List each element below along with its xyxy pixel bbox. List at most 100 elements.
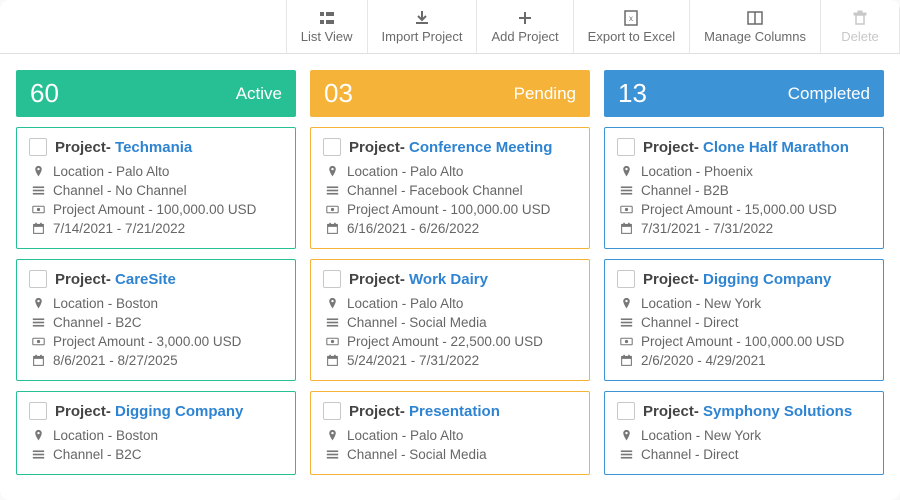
calendar-icon bbox=[31, 354, 45, 367]
amount-text: Project Amount - 22,500.00 USD bbox=[347, 334, 543, 349]
dates-text: 6/16/2021 - 6/26/2022 bbox=[347, 221, 479, 236]
list-view-label: List View bbox=[301, 29, 353, 44]
pin-icon bbox=[31, 429, 45, 442]
add-project-button[interactable]: Add Project bbox=[476, 0, 572, 53]
location-row: Location - Palo Alto bbox=[323, 426, 577, 445]
location-row: Location - Palo Alto bbox=[323, 162, 577, 181]
download-icon bbox=[414, 10, 430, 26]
list-view-button[interactable]: List View bbox=[286, 0, 367, 53]
pin-icon bbox=[619, 429, 633, 442]
project-name[interactable]: Digging Company bbox=[115, 403, 243, 420]
project-prefix: Project- bbox=[55, 139, 115, 156]
project-name[interactable]: Symphony Solutions bbox=[703, 403, 852, 420]
export-excel-label: Export to Excel bbox=[588, 29, 675, 44]
project-card[interactable]: Project- Conference Meeting Location - Pa… bbox=[310, 127, 590, 249]
import-project-label: Import Project bbox=[382, 29, 463, 44]
project-name[interactable]: Clone Half Marathon bbox=[703, 139, 849, 156]
project-card[interactable]: Project- Symphony Solutions Location - Ne… bbox=[604, 391, 884, 475]
list-icon bbox=[619, 316, 633, 329]
dates-row: 8/6/2021 - 8/27/2025 bbox=[29, 351, 283, 370]
money-icon bbox=[325, 335, 339, 348]
channel-row: Channel - No Channel bbox=[29, 181, 283, 200]
card-title-row: Project- Conference Meeting bbox=[323, 138, 577, 156]
manage-columns-label: Manage Columns bbox=[704, 29, 806, 44]
amount-text: Project Amount - 3,000.00 USD bbox=[53, 334, 241, 349]
card-checkbox[interactable] bbox=[29, 138, 47, 156]
card-list: Project- TechmaniaLocation - Palo AltoCh… bbox=[16, 127, 296, 475]
dates-row: 5/24/2021 - 7/31/2022 bbox=[323, 351, 577, 370]
channel-row: Channel - Direct bbox=[617, 313, 871, 332]
calendar-icon bbox=[31, 222, 45, 235]
project-prefix: Project- bbox=[349, 403, 409, 420]
location-text: Location - Palo Alto bbox=[347, 296, 463, 311]
list-icon bbox=[325, 448, 339, 461]
project-name[interactable]: Presentation bbox=[409, 403, 500, 420]
toolbar-spacer bbox=[0, 0, 286, 53]
card-checkbox[interactable] bbox=[29, 402, 47, 420]
project-name[interactable]: CareSite bbox=[115, 271, 176, 288]
channel-row: Channel - B2C bbox=[29, 445, 283, 464]
money-icon bbox=[31, 203, 45, 216]
project-card[interactable]: Project- Digging CompanyLocation - New Y… bbox=[604, 259, 884, 381]
project-name[interactable]: Conference Meeting bbox=[409, 139, 552, 156]
pin-icon bbox=[325, 165, 339, 178]
column-header[interactable]: 13Completed bbox=[604, 70, 884, 117]
project-card[interactable]: Project- Presentation Location - Palo Alt… bbox=[310, 391, 590, 475]
card-title-row: Project- CareSite bbox=[29, 270, 283, 288]
money-icon bbox=[31, 335, 45, 348]
import-project-button[interactable]: Import Project bbox=[367, 0, 477, 53]
project-name[interactable]: Digging Company bbox=[703, 271, 831, 288]
pin-icon bbox=[619, 165, 633, 178]
project-card[interactable]: Project- Clone Half MarathonLocation - P… bbox=[604, 127, 884, 249]
card-title-row: Project- Symphony Solutions bbox=[617, 402, 871, 420]
project-prefix: Project- bbox=[55, 271, 115, 288]
card-checkbox[interactable] bbox=[323, 138, 341, 156]
toolbar: List View Import Project Add Project x E… bbox=[0, 0, 900, 54]
delete-label: Delete bbox=[841, 29, 879, 44]
export-excel-button[interactable]: x Export to Excel bbox=[573, 0, 689, 53]
pin-icon bbox=[619, 297, 633, 310]
channel-text: Channel - No Channel bbox=[53, 183, 187, 198]
channel-row: Channel - Social Media bbox=[323, 313, 577, 332]
location-row: Location - New York bbox=[617, 426, 871, 445]
project-card[interactable]: Project- CareSiteLocation - BostonChanne… bbox=[16, 259, 296, 381]
location-text: Location - Boston bbox=[53, 296, 158, 311]
kanban-board: 60ActiveProject- TechmaniaLocation - Pal… bbox=[0, 54, 900, 500]
channel-text: Channel - Social Media bbox=[347, 315, 487, 330]
channel-text: Channel - B2B bbox=[641, 183, 729, 198]
project-card[interactable]: Project- TechmaniaLocation - Palo AltoCh… bbox=[16, 127, 296, 249]
card-title-row: Project- Digging Company bbox=[617, 270, 871, 288]
project-name[interactable]: Techmania bbox=[115, 139, 192, 156]
channel-row: Channel - Direct bbox=[617, 445, 871, 464]
card-checkbox[interactable] bbox=[617, 402, 635, 420]
card-checkbox[interactable] bbox=[617, 138, 635, 156]
project-prefix: Project- bbox=[349, 271, 409, 288]
project-card[interactable]: Project- Work Dairy Location - Palo Alto C… bbox=[310, 259, 590, 381]
manage-columns-button[interactable]: Manage Columns bbox=[689, 0, 820, 53]
card-checkbox[interactable] bbox=[323, 270, 341, 288]
project-name[interactable]: Work Dairy bbox=[409, 271, 488, 288]
card-checkbox[interactable] bbox=[617, 270, 635, 288]
delete-button[interactable]: Delete bbox=[820, 0, 900, 53]
app-root: List View Import Project Add Project x E… bbox=[0, 0, 900, 500]
dates-text: 8/6/2021 - 8/27/2025 bbox=[53, 353, 178, 368]
calendar-icon bbox=[325, 222, 339, 235]
card-checkbox[interactable] bbox=[323, 402, 341, 420]
channel-text: Channel - B2C bbox=[53, 447, 142, 462]
column-header[interactable]: 60Active bbox=[16, 70, 296, 117]
channel-row: Channel - Facebook Channel bbox=[323, 181, 577, 200]
amount-row: Project Amount - 100,000.00 USD bbox=[29, 200, 283, 219]
location-row: Location - Palo Alto bbox=[323, 294, 577, 313]
trash-icon bbox=[852, 10, 868, 26]
board-column: 60Active Project- TechmaniaLocation - Pal… bbox=[16, 70, 296, 500]
project-card[interactable]: Project- Digging CompanyLocation - Bosto… bbox=[16, 391, 296, 475]
card-checkbox[interactable] bbox=[29, 270, 47, 288]
location-row: Location - Boston bbox=[29, 426, 283, 445]
dates-text: 7/31/2021 - 7/31/2022 bbox=[641, 221, 773, 236]
location-text: Location - Phoenix bbox=[641, 164, 753, 179]
dates-row: 2/6/2020 - 4/29/2021 bbox=[617, 351, 871, 370]
list-icon bbox=[619, 184, 633, 197]
column-count: 13 bbox=[618, 78, 647, 109]
calendar-icon bbox=[325, 354, 339, 367]
column-header[interactable]: 03Pending bbox=[310, 70, 590, 117]
